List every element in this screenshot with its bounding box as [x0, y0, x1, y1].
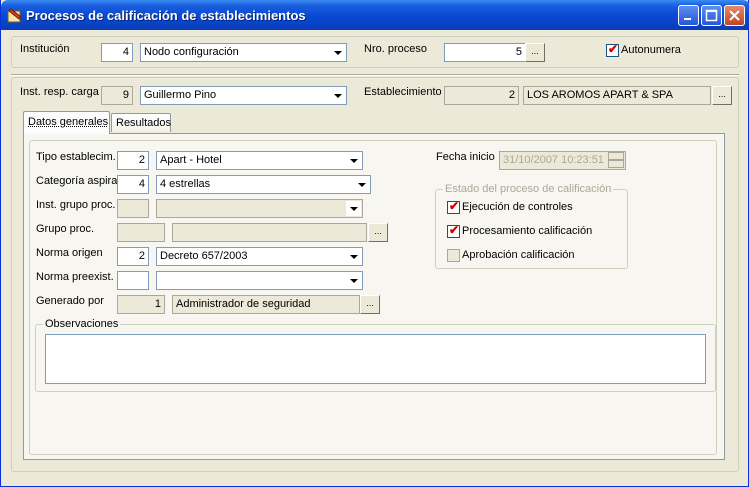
inst-grupo-proc-code-field	[117, 199, 149, 218]
grupo-proc-lookup-button[interactable]: ...	[368, 223, 388, 242]
observaciones-textarea[interactable]	[45, 334, 706, 384]
categoria-aspira-code-field[interactable]: 4	[117, 175, 149, 194]
aprobacion-checkbox[interactable]	[447, 249, 460, 262]
close-icon	[729, 10, 740, 21]
norma-preexist-code-field[interactable]	[117, 271, 149, 290]
tab-datos-generales[interactable]: Datos generales	[23, 111, 110, 134]
categoria-aspira-value: 4 estrellas	[160, 178, 211, 190]
nro-proceso-field[interactable]: 5	[444, 43, 526, 62]
institucion-code-field[interactable]: 4	[101, 43, 133, 62]
norma-origen-value: Decreto 657/2003	[160, 250, 248, 262]
aprobacion-label: Aprobación calificación	[462, 249, 575, 261]
inst-grupo-proc-select[interactable]	[156, 199, 363, 218]
categoria-aspira-select[interactable]: 4 estrellas	[156, 175, 371, 194]
spin-down-icon[interactable]	[608, 160, 624, 168]
minimize-icon	[684, 18, 691, 20]
institucion-select-value: Nodo configuración	[144, 46, 239, 58]
categoria-aspira-label: Categoría aspira	[36, 175, 118, 187]
fecha-inicio-value: 31/10/2007 10:23:51	[503, 154, 604, 166]
spin-up-icon[interactable]	[608, 152, 624, 160]
dropdown-arrow-icon[interactable]	[346, 201, 361, 216]
ejecucion-label: Ejecución de controles	[462, 201, 573, 213]
inst-grupo-proc-label: Inst. grupo proc.	[36, 199, 116, 211]
close-button[interactable]	[724, 5, 745, 26]
grupo-proc-name-field	[172, 223, 367, 242]
minimize-button[interactable]	[678, 5, 699, 26]
dropdown-arrow-icon[interactable]	[354, 177, 369, 192]
dropdown-arrow-icon[interactable]	[346, 249, 361, 264]
title-bar[interactable]: Procesos de calificación de establecimie…	[1, 0, 749, 30]
institucion-label: Institución	[20, 43, 70, 55]
norma-origen-label: Norma origen	[36, 247, 103, 259]
autonumera-checkbox[interactable]	[606, 42, 619, 57]
tab-datos-generales-label: Datos generales	[28, 116, 109, 128]
dropdown-arrow-icon[interactable]	[346, 273, 361, 288]
generado-por-lookup-button[interactable]: ...	[360, 295, 380, 314]
nro-proceso-label: Nro. proceso	[364, 43, 427, 55]
tipo-establecimiento-label: Tipo establecim.	[36, 151, 116, 163]
fecha-inicio-field: 31/10/2007 10:23:51	[499, 151, 626, 170]
ejecucion-checkbox[interactable]	[447, 199, 460, 214]
norma-preexist-label: Norma preexist.	[36, 271, 114, 283]
generado-por-name-field: Administrador de seguridad	[172, 295, 360, 314]
procesamiento-label: Procesamiento calificación	[462, 225, 593, 237]
dropdown-arrow-icon[interactable]	[346, 153, 361, 168]
tab-resultados[interactable]: Resultados	[111, 113, 171, 132]
norma-origen-code-field[interactable]: 2	[117, 247, 149, 266]
grupo-proc-code-field	[117, 223, 165, 242]
procesamiento-checkbox[interactable]	[447, 223, 460, 238]
observaciones-label: Observaciones	[43, 318, 121, 330]
tab-resultados-label: Resultados	[116, 117, 172, 129]
generado-por-code-field: 1	[117, 295, 165, 314]
maximize-button[interactable]	[701, 5, 722, 26]
norma-origen-select[interactable]: Decreto 657/2003	[156, 247, 363, 266]
autonumera-label: Autonumera	[621, 44, 681, 56]
maximize-icon	[705, 9, 718, 22]
generado-por-label: Generado por	[36, 295, 104, 307]
app-icon	[7, 8, 22, 23]
divider	[11, 74, 739, 76]
tipo-establecimiento-select[interactable]: Apart - Hotel	[156, 151, 363, 170]
grupo-proc-label: Grupo proc.	[36, 223, 95, 235]
norma-preexist-select[interactable]	[156, 271, 363, 290]
nro-proceso-lookup-button[interactable]: ...	[525, 43, 545, 62]
fecha-inicio-label: Fecha inicio	[436, 151, 495, 163]
estado-label: Estado del proceso de calificación	[443, 183, 614, 195]
institucion-select[interactable]: Nodo configuración	[140, 43, 347, 62]
window-title: Procesos de calificación de establecimie…	[26, 8, 306, 23]
main-window: Procesos de calificación de establecimie…	[0, 0, 749, 487]
dropdown-arrow-icon[interactable]	[330, 45, 345, 60]
tipo-establecimiento-value: Apart - Hotel	[160, 154, 222, 166]
tipo-establecimiento-code-field[interactable]: 2	[117, 151, 149, 170]
